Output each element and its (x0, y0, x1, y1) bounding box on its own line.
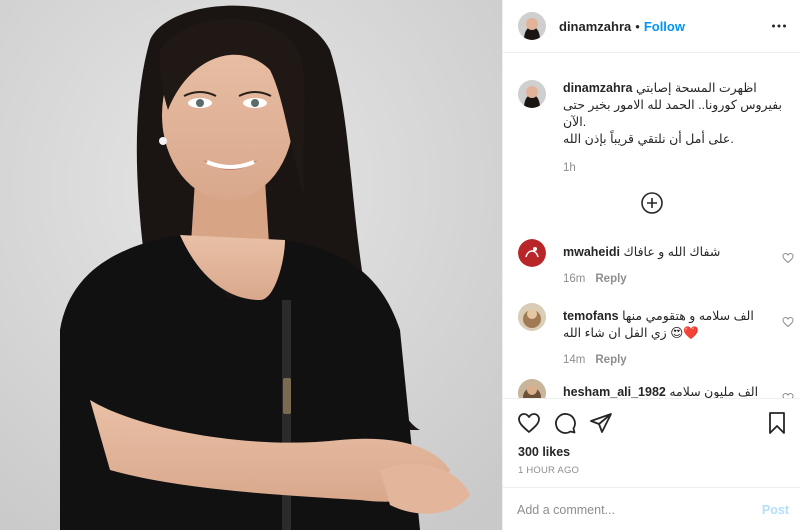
comment-body: hesham_ali_1982 الف مليون سلامه (563, 384, 763, 398)
add-comment-input[interactable] (517, 500, 737, 520)
author-username[interactable]: dinamzahra (559, 19, 631, 34)
comment-username[interactable]: hesham_ali_1982 (563, 385, 666, 398)
more-options-icon[interactable] (771, 18, 787, 39)
paper-plane-icon[interactable] (589, 411, 613, 440)
post-timestamp[interactable]: 1 HOUR AGO (518, 465, 579, 476)
post-photo[interactable] (0, 0, 502, 530)
bookmark-icon[interactable] (765, 411, 789, 440)
comment-body: temofans الف سلامه و هتقومي منها زي الفل… (563, 308, 763, 369)
comment-text: الف مليون سلامه (669, 385, 759, 398)
reply-button[interactable]: Reply (595, 352, 626, 369)
small-heart-icon[interactable] (782, 391, 794, 398)
comment-item: temofans الف سلامه و هتقومي منها زي الفل… (518, 303, 794, 366)
reply-button[interactable]: Reply (595, 271, 626, 288)
caption-username[interactable]: dinamzahra (563, 81, 632, 95)
caption-body: dinamzahra اظهرت المسحة إصابتي بفيروس كو… (563, 80, 788, 177)
separator-dot: • (635, 18, 640, 34)
comment-username[interactable]: temofans (563, 309, 619, 323)
comment-body: mwaheidi شفاك الله و عافاك 16m Reply (563, 244, 763, 288)
commenter-avatar[interactable] (518, 239, 546, 267)
small-heart-icon[interactable] (782, 315, 794, 333)
author-avatar[interactable] (518, 12, 546, 40)
comment-meta: 16m Reply (563, 271, 763, 288)
follow-button[interactable]: Follow (644, 19, 685, 34)
commenter-avatar[interactable] (518, 303, 546, 331)
heart-icon[interactable] (517, 411, 541, 440)
woman-portrait-image (0, 0, 502, 530)
add-comment-bar: Post (503, 487, 800, 532)
small-heart-icon[interactable] (782, 251, 794, 269)
caption-avatar[interactable] (518, 80, 546, 108)
comment-item: mwaheidi شفاك الله و عافاك 16m Reply (518, 239, 794, 299)
comment-time[interactable]: 16m (563, 271, 585, 288)
plus-circle-icon (641, 192, 663, 214)
comment-icon[interactable] (553, 411, 577, 440)
comments-list[interactable]: dinamzahra اظهرت المسحة إصابتي بفيروس كو… (503, 53, 800, 398)
post-header: dinamzahra • Follow (503, 0, 800, 53)
load-more-comments-button[interactable] (640, 191, 664, 220)
commenter-avatar[interactable] (518, 379, 546, 398)
caption-time[interactable]: 1h (563, 160, 788, 177)
comment-item: hesham_ali_1982 الف مليون سلامه (518, 379, 794, 398)
comment-username[interactable]: mwaheidi (563, 245, 620, 259)
post-comment-button[interactable]: Post (762, 503, 789, 517)
post-side-panel: dinamzahra • Follow dinamzahra اظهرت الم… (502, 0, 800, 530)
likes-count[interactable]: 300 likes (518, 445, 570, 459)
post-actions: 300 likes 1 HOUR AGO Post (503, 398, 800, 531)
comment-text: شفاك الله و عافاك (623, 245, 721, 259)
comment-meta: 14m Reply (563, 352, 763, 369)
comment-time[interactable]: 14m (563, 352, 585, 369)
